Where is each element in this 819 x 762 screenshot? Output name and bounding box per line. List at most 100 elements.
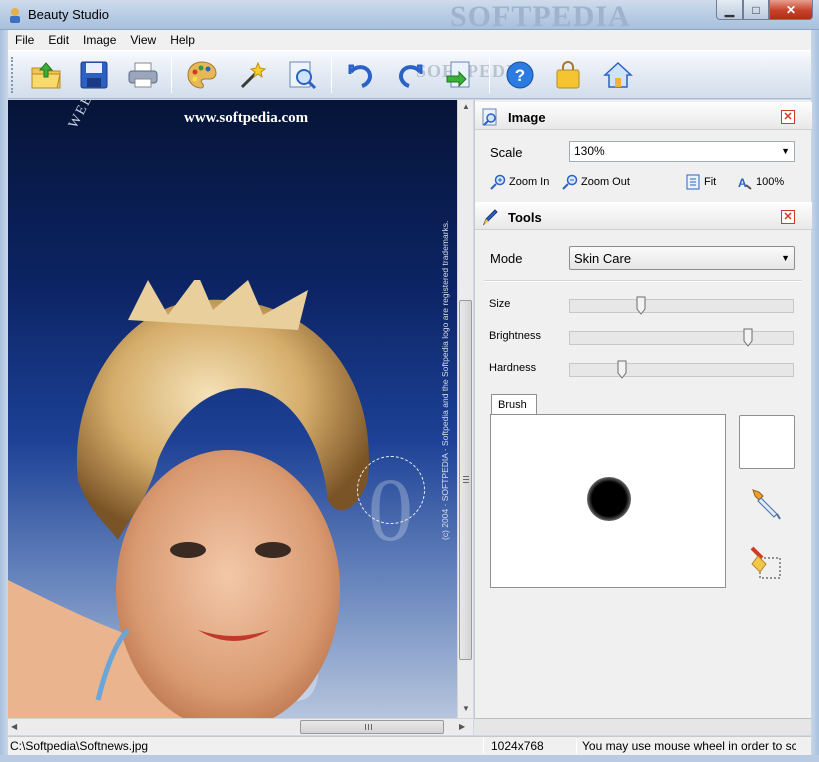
scroll-left-icon[interactable]: ◀	[11, 722, 17, 731]
open-button[interactable]	[28, 57, 64, 93]
image-panel-icon	[482, 108, 497, 126]
toolbar-grip[interactable]	[11, 57, 15, 93]
help-button[interactable]: ?	[502, 57, 538, 93]
scroll-down-icon[interactable]: ▼	[462, 704, 470, 713]
menu-edit[interactable]: Edit	[41, 33, 76, 47]
close-image-panel-icon[interactable]: ✕	[781, 110, 795, 124]
scroll-grip-icon	[365, 724, 372, 730]
zoom-in-label: Zoom In	[509, 176, 550, 188]
scale-select[interactable]: 130% ▼	[569, 141, 795, 162]
undo-icon	[348, 64, 373, 88]
zoom-out-label: Zoom Out	[581, 176, 630, 188]
title-bar: Beauty Studio SOFTPEDIA ▁ □ ✕	[0, 0, 819, 33]
eyedropper-icon[interactable]	[749, 486, 785, 522]
horizontal-scroll-thumb[interactable]	[300, 720, 444, 734]
maximize-button[interactable]: □	[743, 0, 769, 20]
preview-button[interactable]	[284, 57, 320, 93]
clear-brush-icon[interactable]	[748, 544, 784, 580]
divider	[484, 280, 802, 282]
image-arc-text: WEB ENT	[66, 100, 116, 132]
preview-icon	[289, 61, 317, 90]
hardness-label: Hardness	[489, 362, 537, 374]
vertical-scroll-thumb[interactable]	[459, 300, 472, 660]
actual-size-button[interactable]: A 100%	[737, 174, 784, 190]
color-swatch[interactable]	[739, 415, 795, 469]
panel-scroll-strip	[474, 718, 811, 735]
zoom-in-button[interactable]: Zoom In	[490, 174, 549, 190]
toolbar-separator	[331, 57, 332, 93]
menu-bar: File Edit Image View Help	[8, 30, 811, 50]
brush-cursor	[357, 456, 425, 524]
scale-value: 130%	[574, 144, 605, 158]
image-panel-title: Image	[508, 110, 546, 125]
vertical-scrollbar[interactable]: ▲ ▼	[457, 100, 473, 718]
horizontal-scrollbar[interactable]: ◀ ▶	[8, 718, 473, 735]
shop-button[interactable]	[550, 57, 586, 93]
toolbar-separator	[489, 57, 490, 93]
zoom-out-button[interactable]: Zoom Out	[562, 174, 630, 190]
zoom-in-icon	[490, 174, 506, 190]
scroll-right-icon[interactable]: ▶	[459, 722, 465, 731]
scale-label: Scale	[490, 145, 523, 160]
save-icon	[80, 61, 108, 89]
brightness-slider-thumb[interactable]	[743, 328, 753, 347]
brush-shape	[587, 477, 631, 521]
fit-label: Fit	[704, 176, 717, 188]
palette-button[interactable]	[184, 57, 220, 93]
print-icon	[128, 62, 158, 88]
tools-panel-header: Tools ✕	[475, 202, 812, 230]
hardness-slider[interactable]	[569, 360, 794, 379]
window-frame-left	[0, 30, 8, 762]
shop-bag-icon	[556, 61, 580, 89]
menu-file[interactable]: File	[8, 33, 41, 47]
open-icon	[31, 62, 61, 89]
menu-image[interactable]: Image	[76, 33, 123, 47]
magic-wand-button[interactable]	[234, 57, 270, 93]
size-slider[interactable]	[569, 296, 794, 315]
zoom-out-icon	[562, 174, 578, 190]
mode-select[interactable]: Skin Care ▼	[569, 246, 795, 270]
export-button[interactable]	[442, 57, 478, 93]
side-panel: Image ✕ Scale 130% ▼ Zoom In Zoom Out Fi…	[474, 100, 812, 718]
export-icon	[446, 61, 470, 88]
tab-brush[interactable]: Brush	[491, 394, 537, 415]
scroll-up-icon[interactable]: ▲	[462, 102, 470, 111]
minimize-button[interactable]: ▁	[716, 0, 743, 20]
status-divider	[576, 738, 577, 754]
brightness-slider[interactable]	[569, 328, 794, 347]
actual-size-label: 100%	[756, 176, 785, 188]
palette-icon	[187, 61, 217, 89]
window-title: Beauty Studio	[28, 7, 109, 22]
size-label: Size	[489, 298, 511, 310]
status-divider	[483, 738, 484, 754]
tools-panel-title: Tools	[508, 210, 542, 225]
status-hint: You may use mouse wheel in order to sc	[582, 739, 796, 753]
status-dimensions: 1024x768	[491, 739, 544, 753]
size-slider-thumb[interactable]	[636, 296, 646, 315]
svg-text:?: ?	[515, 66, 525, 85]
menu-view[interactable]: View	[123, 33, 163, 47]
home-button[interactable]	[600, 57, 636, 93]
window-frame-right	[811, 30, 819, 762]
save-button[interactable]	[76, 57, 112, 93]
print-button[interactable]	[125, 57, 161, 93]
fit-button[interactable]: Fit	[685, 174, 716, 190]
magic-wand-icon	[240, 61, 267, 89]
image-copyright-text: (c) 2004 · SOFTPEDIA · Softpedia and the…	[440, 220, 450, 540]
svg-text:A: A	[738, 176, 747, 190]
undo-button[interactable]	[343, 57, 379, 93]
redo-button[interactable]	[392, 57, 428, 93]
menu-help[interactable]: Help	[163, 33, 202, 47]
image-panel-header: Image ✕	[475, 102, 812, 130]
scroll-grip-icon	[463, 476, 469, 483]
chevron-down-icon: ▼	[781, 253, 790, 263]
hardness-slider-thumb[interactable]	[617, 360, 627, 379]
brush-preview	[490, 414, 726, 588]
title-watermark: SOFTPEDIA	[450, 0, 631, 33]
chevron-down-icon: ▼	[781, 146, 790, 156]
close-tools-panel-icon[interactable]: ✕	[781, 210, 795, 224]
close-button[interactable]: ✕	[769, 0, 813, 20]
brightness-label: Brightness	[489, 330, 541, 342]
image-canvas[interactable]: www.softpedia.com WEB ENT 0 0 0 (c) 2004…	[8, 100, 457, 718]
toolbar-separator	[171, 57, 172, 93]
